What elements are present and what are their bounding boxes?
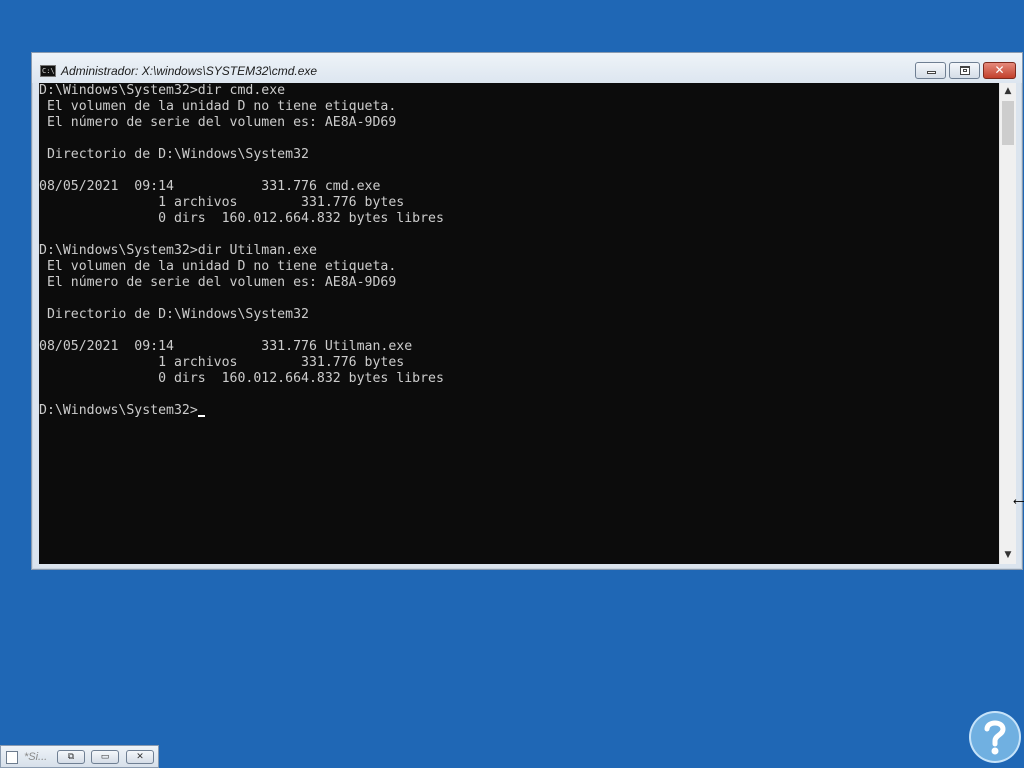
text-cursor [197, 415, 205, 417]
console-line: El número de serie del volumen es: AE8A-… [39, 115, 397, 130]
minimized-window[interactable]: *Si... ⧉ ▭ ✕ [0, 745, 159, 768]
console-line: 08/05/2021 09:14 331.776 cmd.exe [39, 179, 381, 194]
console-line: 0 dirs 160.012.664.832 bytes libres [39, 371, 444, 386]
console-text: D:\Windows\System32>dir cmd.exe El volum… [39, 83, 999, 419]
console-line: 1 archivos 331.776 bytes [39, 355, 405, 370]
desktop: C:\ Administrador: X:\windows\SYSTEM32\c… [0, 0, 1024, 768]
window-title: Administrador: X:\windows\SYSTEM32\cmd.e… [61, 64, 318, 78]
scroll-up-arrow-icon[interactable]: ▲ [1000, 83, 1016, 100]
console-line: Directorio de D:\Windows\System32 [39, 307, 309, 322]
console-line: El volumen de la unidad D no tiene etiqu… [39, 259, 397, 274]
console-line: 1 archivos 331.776 bytes [39, 195, 405, 210]
console-output[interactable]: D:\Windows\System32>dir cmd.exe El volum… [39, 83, 999, 564]
scroll-down-arrow-icon[interactable]: ▼ [1000, 547, 1016, 564]
resize-cursor-icon: ⟷ [1013, 495, 1024, 508]
console-line: 0 dirs 160.012.664.832 bytes libres [39, 211, 444, 226]
close-button-mini[interactable]: ✕ [126, 750, 154, 764]
cmd-icon: C:\ [40, 65, 56, 77]
maximize-button-mini[interactable]: ▭ [91, 750, 119, 764]
minimize-icon [927, 71, 936, 74]
console-line: D:\Windows\System32>dir Utilman.exe [39, 243, 317, 258]
restore-icon [960, 66, 970, 75]
title-bar[interactable]: C:\ Administrador: X:\windows\SYSTEM32\c… [32, 53, 1022, 83]
console-prompt: D:\Windows\System32> [39, 403, 198, 418]
watermark-logo-icon [969, 711, 1021, 763]
caption-buttons: ✕ [912, 62, 1016, 80]
minimized-window-title: *Si... [24, 751, 48, 763]
cmd-window[interactable]: C:\ Administrador: X:\windows\SYSTEM32\c… [31, 52, 1023, 570]
console-line: El número de serie del volumen es: AE8A-… [39, 275, 397, 290]
notepad-icon [6, 751, 18, 764]
close-button[interactable]: ✕ [983, 62, 1016, 79]
vertical-scrollbar[interactable]: ▲ ▼ [999, 83, 1016, 564]
console-line: Directorio de D:\Windows\System32 [39, 147, 309, 162]
minimize-button[interactable] [915, 62, 946, 79]
maximize-button[interactable] [949, 62, 980, 79]
scroll-thumb[interactable] [1002, 101, 1014, 145]
console-line: D:\Windows\System32>dir cmd.exe [39, 83, 286, 98]
console-line: 08/05/2021 09:14 331.776 Utilman.exe [39, 339, 413, 354]
console-prompt-line[interactable]: D:\Windows\System32> [39, 403, 999, 419]
restore-button[interactable]: ⧉ [57, 750, 85, 764]
console-line: El volumen de la unidad D no tiene etiqu… [39, 99, 397, 114]
close-icon: ✕ [994, 63, 1005, 77]
